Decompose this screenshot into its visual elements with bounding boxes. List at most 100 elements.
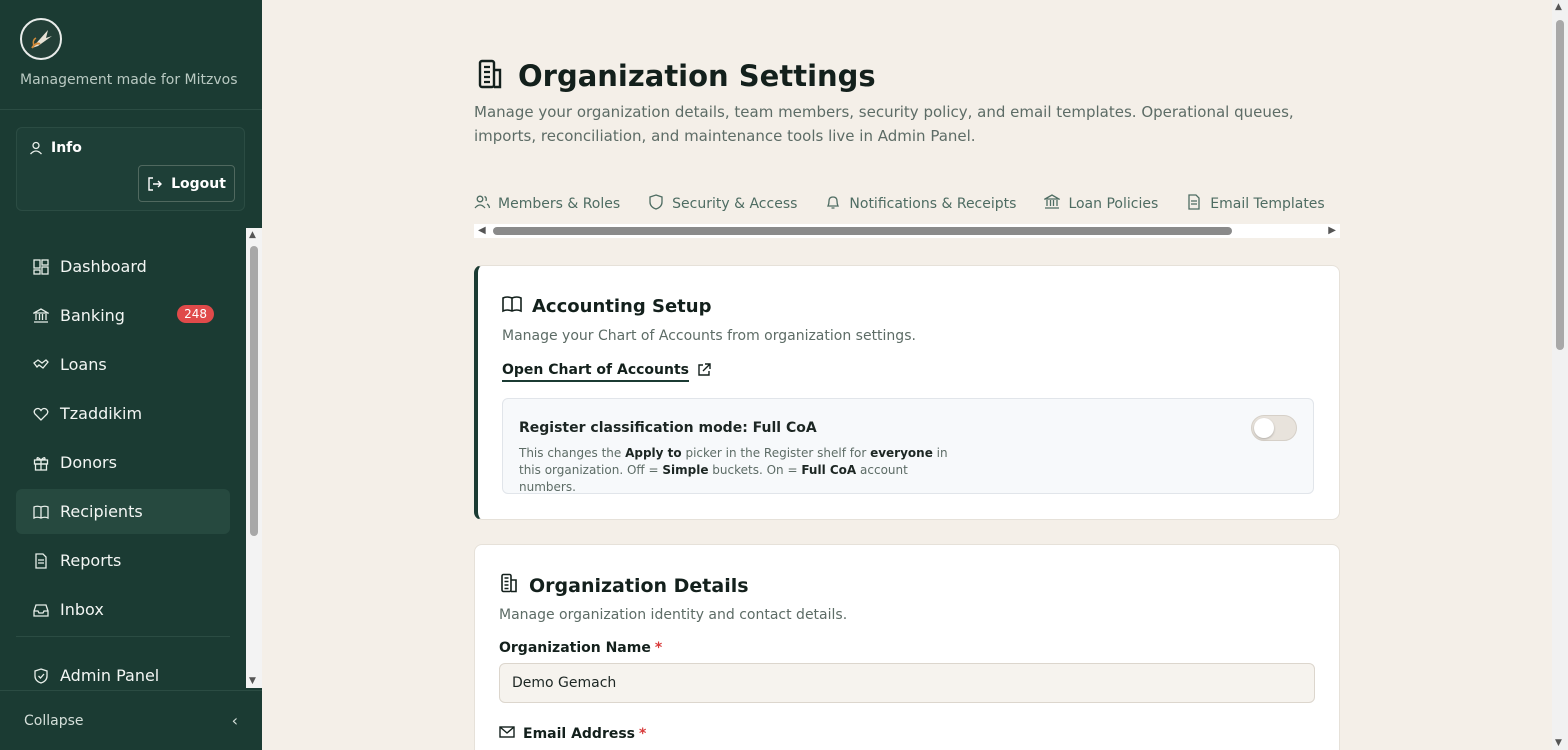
scroll-down-arrow-icon[interactable]: ▼ xyxy=(1555,738,1562,748)
classification-mode-title: Register classification mode: Full CoA xyxy=(519,420,817,436)
sidebar-item-label: Banking xyxy=(60,306,125,325)
inbox-icon xyxy=(32,601,50,619)
organization-name-label: Organization Name * xyxy=(499,640,662,656)
organization-name-input[interactable] xyxy=(499,663,1315,703)
sidebar-item-loans[interactable]: Loans xyxy=(16,342,230,387)
sidebar-item-label: Recipients xyxy=(60,502,143,521)
chevron-left-icon: ‹ xyxy=(231,711,238,730)
organization-details-description: Manage organization identity and contact… xyxy=(499,607,848,623)
logo-icon[interactable] xyxy=(20,18,62,60)
sidebar-item-recipients[interactable]: Recipients xyxy=(16,489,230,534)
open-chart-of-accounts-link[interactable]: Open Chart of Accounts xyxy=(502,362,711,382)
classification-mode-panel: Register classification mode: Full CoA T… xyxy=(502,398,1314,494)
tab-label: Members & Roles xyxy=(498,196,621,212)
sidebar-item-label: Admin Panel xyxy=(60,666,160,685)
sidebar-item-label: Loans xyxy=(60,355,107,374)
required-marker: * xyxy=(654,640,663,656)
sidebar-item-label: Tzaddikim xyxy=(60,404,143,423)
accounting-setup-description: Manage your Chart of Accounts from organ… xyxy=(502,328,916,344)
sidebar-item-dashboard[interactable]: Dashboard xyxy=(16,244,230,289)
document-icon xyxy=(1186,194,1202,214)
field-label-text: Organization Name xyxy=(499,640,651,656)
scroll-up-arrow-icon[interactable]: ▲ xyxy=(249,230,256,240)
tab-loan-policies[interactable]: Loan Policies xyxy=(1042,194,1158,214)
main-content: Organization Settings Manage your organi… xyxy=(262,0,1552,750)
organization-details-title-row: Organization Details xyxy=(499,573,749,598)
sidebar: Management made for Mitzvos Info Logout … xyxy=(0,0,262,750)
sidebar-item-inbox[interactable]: Inbox xyxy=(16,587,230,632)
tab-label: Notifications & Receipts xyxy=(849,196,1017,212)
bell-icon xyxy=(825,194,841,214)
scroll-down-arrow-icon[interactable]: ▼ xyxy=(249,676,256,686)
bank-icon xyxy=(32,307,50,325)
classification-mode-toggle[interactable] xyxy=(1251,415,1297,441)
users-icon xyxy=(474,194,491,214)
sidebar-item-label: Dashboard xyxy=(60,257,147,276)
tab-email-templates[interactable]: Email Templates xyxy=(1186,194,1325,214)
heart-handshake-icon xyxy=(32,405,50,423)
tabs-scrollbar[interactable]: ◀ ▶ xyxy=(474,224,1340,238)
scroll-left-arrow-icon[interactable]: ◀ xyxy=(478,225,486,236)
external-link-icon xyxy=(697,363,711,381)
scroll-right-arrow-icon[interactable]: ▶ xyxy=(1328,225,1336,236)
page-description: Manage your organization details, team m… xyxy=(474,103,1294,145)
accounting-setup-title: Accounting Setup xyxy=(532,296,712,317)
info-row[interactable]: Info xyxy=(29,140,82,156)
tabs-scroll-thumb[interactable] xyxy=(493,227,1232,235)
page-scroll-thumb[interactable] xyxy=(1556,20,1564,350)
field-label-text: Email Address xyxy=(523,726,636,742)
book-open-icon xyxy=(502,294,522,319)
book-icon xyxy=(32,503,50,521)
sidebar-item-banking[interactable]: Banking 248 xyxy=(16,293,230,338)
banking-count-badge: 248 xyxy=(177,305,214,323)
handshake-icon xyxy=(32,356,50,374)
mail-icon xyxy=(499,725,515,743)
tab-notifications-receipts[interactable]: Notifications & Receipts xyxy=(825,194,1016,214)
scroll-up-arrow-icon[interactable]: ▲ xyxy=(1555,2,1562,12)
sidebar-item-label: Reports xyxy=(60,551,122,570)
brand-tagline: Management made for Mitzvos xyxy=(20,72,238,88)
logout-label: Logout xyxy=(171,175,226,192)
tab-security-access[interactable]: Security & Access xyxy=(648,194,797,214)
sidebar-item-label: Inbox xyxy=(60,600,104,619)
gift-icon xyxy=(32,454,50,472)
email-address-label: Email Address * xyxy=(499,725,646,743)
building-icon xyxy=(499,573,519,598)
bank-icon xyxy=(1042,194,1062,214)
settings-tabs: Members & Roles Security & Access Notifi… xyxy=(474,188,1340,240)
tab-label: Security & Access xyxy=(672,196,798,212)
tab-label: Email Templates xyxy=(1210,196,1325,212)
sidebar-item-tzaddikim[interactable]: Tzaddikim xyxy=(16,391,230,436)
logout-button[interactable]: Logout xyxy=(138,165,235,202)
collapse-button[interactable]: Collapse ‹ xyxy=(0,690,262,750)
shield-check-icon xyxy=(32,667,50,685)
collapse-label: Collapse xyxy=(24,712,84,729)
brand: Management made for Mitzvos xyxy=(0,0,262,110)
document-icon xyxy=(32,552,50,570)
sidebar-scroll-thumb[interactable] xyxy=(250,246,258,536)
info-label: Info xyxy=(51,140,82,156)
classification-mode-help: This changes the Apply to picker in the … xyxy=(519,446,948,494)
user-info-card: Info Logout xyxy=(16,127,245,211)
accounting-setup-title-row: Accounting Setup xyxy=(502,294,711,319)
required-marker: * xyxy=(639,726,647,742)
page-scrollbar[interactable]: ▲ ▼ xyxy=(1552,0,1568,750)
sidebar-item-reports[interactable]: Reports xyxy=(16,538,230,583)
toggle-knob xyxy=(1254,418,1274,438)
page-title: Organization Settings xyxy=(518,59,876,93)
sidebar-nav: Dashboard Banking 248 Loans Tzaddikim Do… xyxy=(16,244,230,702)
sidebar-item-donors[interactable]: Donors xyxy=(16,440,230,485)
page-header: Organization Settings Manage your organi… xyxy=(474,58,1340,148)
tab-members-roles[interactable]: Members & Roles xyxy=(474,194,620,214)
link-label: Open Chart of Accounts xyxy=(502,362,690,382)
accounting-setup-card: Accounting Setup Manage your Chart of Ac… xyxy=(474,265,1340,520)
nav-divider xyxy=(16,636,230,637)
logout-icon xyxy=(148,176,163,191)
building-icon xyxy=(474,58,506,94)
organization-details-title: Organization Details xyxy=(529,574,749,597)
dashboard-icon xyxy=(32,258,50,276)
sidebar-scrollbar[interactable]: ▲ ▼ xyxy=(246,228,262,688)
sidebar-item-label: Donors xyxy=(60,453,117,472)
user-icon xyxy=(30,141,42,155)
organization-details-card: Organization Details Manage organization… xyxy=(474,544,1340,750)
